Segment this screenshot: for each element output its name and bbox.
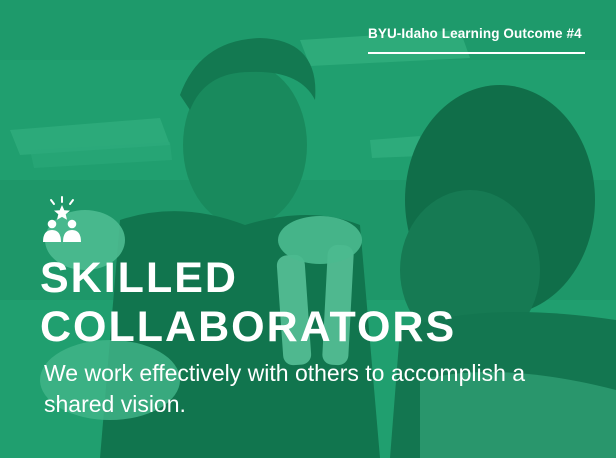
two-people-with-star-icon — [43, 196, 81, 242]
header-divider — [368, 52, 585, 54]
headline-line-2: COLLABORATORS — [40, 303, 457, 351]
outcome-label: BYU-Idaho Learning Outcome #4 — [368, 26, 582, 41]
headline: SKILLED COLLABORATORS — [40, 254, 456, 352]
tagline: We work effectively with others to accom… — [44, 360, 526, 417]
headline-line-1: SKILLED — [40, 254, 238, 302]
outcome-card: BYU-Idaho Learning Outcome #4 SKILLED CO… — [0, 0, 616, 458]
